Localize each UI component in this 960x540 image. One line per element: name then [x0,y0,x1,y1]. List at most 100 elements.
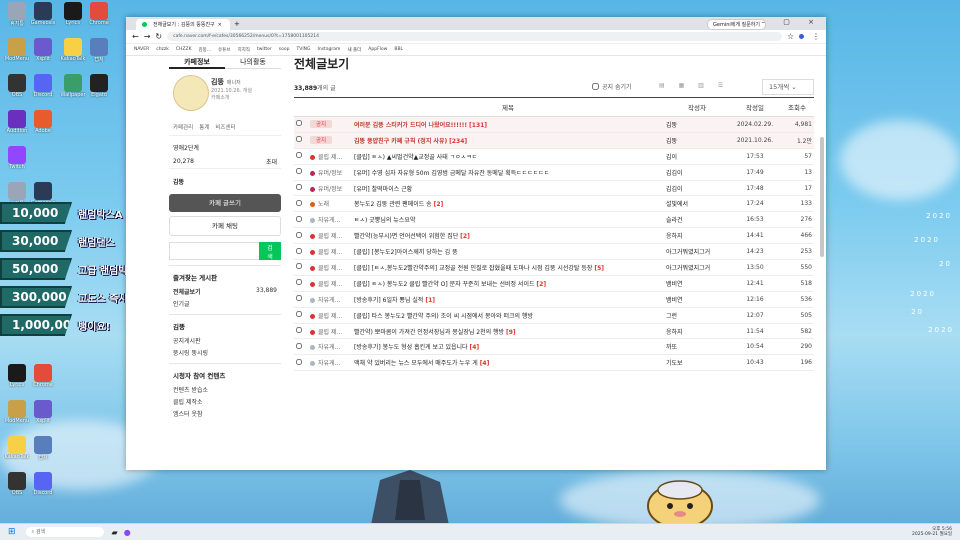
desktop-icon[interactable]: Lyrics [60,2,86,26]
desktop-icon[interactable]: Discord [30,472,56,496]
desktop-icon[interactable]: KakaoTalk [4,436,30,460]
desktop-icon[interactable]: 휴지통 [4,2,30,27]
desktop-icon[interactable]: Xsplit [30,38,56,62]
row-category[interactable]: 유머/정보 [318,186,342,193]
row-checkbox[interactable] [296,279,302,286]
row-category[interactable]: 유머/정보 [318,170,342,177]
window-controls[interactable]: – ▢ × [762,18,822,26]
row-comment-count[interactable]: [131] [469,122,487,129]
desktop-icon[interactable]: Wallpaper [60,74,86,98]
table-row[interactable]: 노래 봉누도2 김뚱 관련 팬메이드 송 [2] 설빛에서 17:24 133 [294,195,814,213]
table-row[interactable]: 클립 제... [클립] [ㅌㅅ,봉누도2빨간약주의] 교정골 전원 인질로 잡혔… [294,259,814,276]
star-icon[interactable]: ☆ [787,32,794,41]
row-category[interactable]: 자유게... [318,297,340,304]
new-tab-icon[interactable]: + [234,20,240,28]
board-all[interactable]: 전체글보기 [173,287,201,296]
row-author[interactable]: 그런 [666,313,677,320]
desktop-icon[interactable]: ModMenu [4,38,30,62]
row-checkbox[interactable] [296,199,302,206]
bookmark-item[interactable]: Instagram [318,47,341,52]
row-comment-count[interactable]: [9] [506,329,516,336]
board-host-2[interactable]: 뚱시링 뚱시링 [173,348,208,357]
row-checkbox[interactable] [296,327,302,334]
table-row[interactable]: 클립 제... 빨간약) 뽀마콤이 가져간 인정서장님과 몽실장님 2천의 행방 … [294,323,814,340]
row-checkbox[interactable] [296,120,302,127]
row-author[interactable]: 김김이 [666,186,683,193]
row-author[interactable]: 설빛에서 [666,201,688,208]
row-comment-count[interactable]: [2] [434,201,444,208]
board-viewer-2[interactable]: 클립 제작소 [173,397,203,406]
row-title[interactable]: ㅌㅅ) 긋뿡님의 뉴스요약 [354,217,415,224]
row-checkbox[interactable] [296,231,302,238]
row-title[interactable]: [유머] 찰떡마이스 근황 [354,186,412,193]
notice-row[interactable]: 공지 여러분 김뚱 스티커가 드디어 나왔어요!!!!!! [131] 김뚱 2024… [294,116,814,133]
table-row[interactable]: 클립 제... [클립] 타스 봉누도2 빨간약 주의) 조이 씨 시점에서 몽아… [294,307,814,324]
file-explorer-icon[interactable]: ▰ [112,528,118,537]
desktop-icon[interactable]: Adobe [30,110,56,134]
row-checkbox[interactable] [296,295,302,302]
row-checkbox[interactable] [296,152,302,159]
tab-cafe-info[interactable]: 카페정보 [169,55,225,69]
cafe-search-button[interactable]: 검색 [259,242,281,261]
row-title[interactable]: 봉누도2 김뚱 관련 팬메이드 송 [354,201,432,208]
desktop-icon[interactable]: Elgato [86,74,112,98]
windows-start-icon[interactable]: ⊞ [8,527,16,537]
bookmark-item[interactable]: TVING [297,47,311,52]
bookmark-item[interactable]: soop [279,47,290,52]
scrollbar[interactable] [820,137,824,257]
row-title[interactable]: 김뚱 뚱얍친구 카페 규칙 (정지 사유) [354,138,447,145]
row-checkbox[interactable] [296,358,302,365]
board-viewer-3[interactable]: 엠스터 웃참 [173,409,203,418]
biz-center-link[interactable]: 비즈센터 [215,123,235,133]
row-author[interactable]: 까또 [666,344,677,351]
row-category[interactable]: 클립 제... [318,154,342,161]
bookmark-item[interactable]: NAVER [134,47,149,52]
app-icon[interactable]: ● [124,528,131,537]
row-title[interactable]: 여러분 김뚱 스티커가 드디어 나왔어요!!!!!! [354,122,467,129]
row-author[interactable]: 김이 [666,154,677,161]
row-category[interactable]: 클립 제... [318,249,342,256]
cafe-manage-link[interactable]: 카페관리 [173,123,193,133]
row-comment-count[interactable]: [2] [536,281,546,288]
row-author[interactable]: 아그거뭐였지그거 [666,249,710,256]
system-clock[interactable]: 오후 5:56 2025-09-21 월요일 [912,527,952,537]
row-title[interactable]: 빨간약(능부시)면 언어선택이 위험한 집단 [354,233,458,240]
row-checkbox[interactable] [296,136,302,143]
notice-row[interactable]: 공지 김뚱 뚱얍친구 카페 규칙 (정지 사유) [234] 김뚱 2021.10.2… [294,132,814,149]
row-author[interactable]: 응하지 [666,329,683,336]
row-category[interactable]: 자유게... [318,217,340,224]
desktop-icon[interactable]: Chrome [86,2,112,26]
desktop-icon[interactable]: Chrome [30,364,56,388]
row-comment-count[interactable]: [1] [425,297,435,304]
row-checkbox[interactable] [296,215,302,222]
menu-icon[interactable]: ⋮ [812,32,820,41]
gemini-button[interactable]: Gemini에게 질문하기 [707,19,766,30]
board-notice[interactable]: 공지게시판 [173,336,201,345]
row-category[interactable]: 클립 제... [318,329,342,336]
desktop-icon[interactable]: Discord [30,74,56,98]
hide-notice-checkbox[interactable] [592,83,599,90]
table-row[interactable]: 유머/정보 [유머] 찰떡마이스 근황 김김이 17:48 17 [294,180,814,197]
row-category[interactable]: 클립 제... [318,265,342,272]
board-popular[interactable]: 인기글 [173,299,190,308]
row-title[interactable]: [클립] [봉누도2]아이스께끼 당하는 김 뚱 [354,249,458,256]
desktop-icon[interactable]: ModMenu [4,400,30,424]
row-title[interactable]: [클립] ㅌㅅ) 봉누도2 클립 빨간약 O] 문자 꾸준히 보내는 선비정 서… [354,281,535,288]
row-checkbox[interactable] [296,311,302,318]
table-row[interactable]: 클립 제... [클립] ㅌㅅ) 봉누도2 클립 빨간약 O] 문자 꾸준히 보내… [294,275,814,292]
row-checkbox[interactable] [296,168,302,175]
row-category[interactable]: 클립 제... [318,313,342,320]
desktop-icon[interactable]: Gameosis [30,2,56,26]
desktop-icon[interactable]: 캡처 [86,38,112,63]
table-row[interactable]: 유머/정보 [유머] 수영 심자 자유형 50m 김영범 금메달 자유잔 동메달 … [294,164,814,181]
bookmark-item[interactable]: CHZZK [176,47,192,52]
row-author[interactable]: 기도보 [666,360,683,367]
back-icon[interactable]: ← [132,32,139,41]
profile-intro[interactable]: 카페소개 [211,95,252,102]
row-comment-count[interactable]: [4] [470,344,480,351]
row-title[interactable]: [클립] [ㅌㅅ,봉누도2빨간약주의] 교정골 전원 인질로 잡혔을때 도마나 … [354,265,592,272]
row-author[interactable]: 김김이 [666,170,683,177]
profile-icon[interactable] [799,34,804,39]
row-comment-count[interactable]: [234] [449,138,467,145]
url-field[interactable]: cafe.naver.com/f-e/cafes/30566252/menus/… [167,32,782,41]
